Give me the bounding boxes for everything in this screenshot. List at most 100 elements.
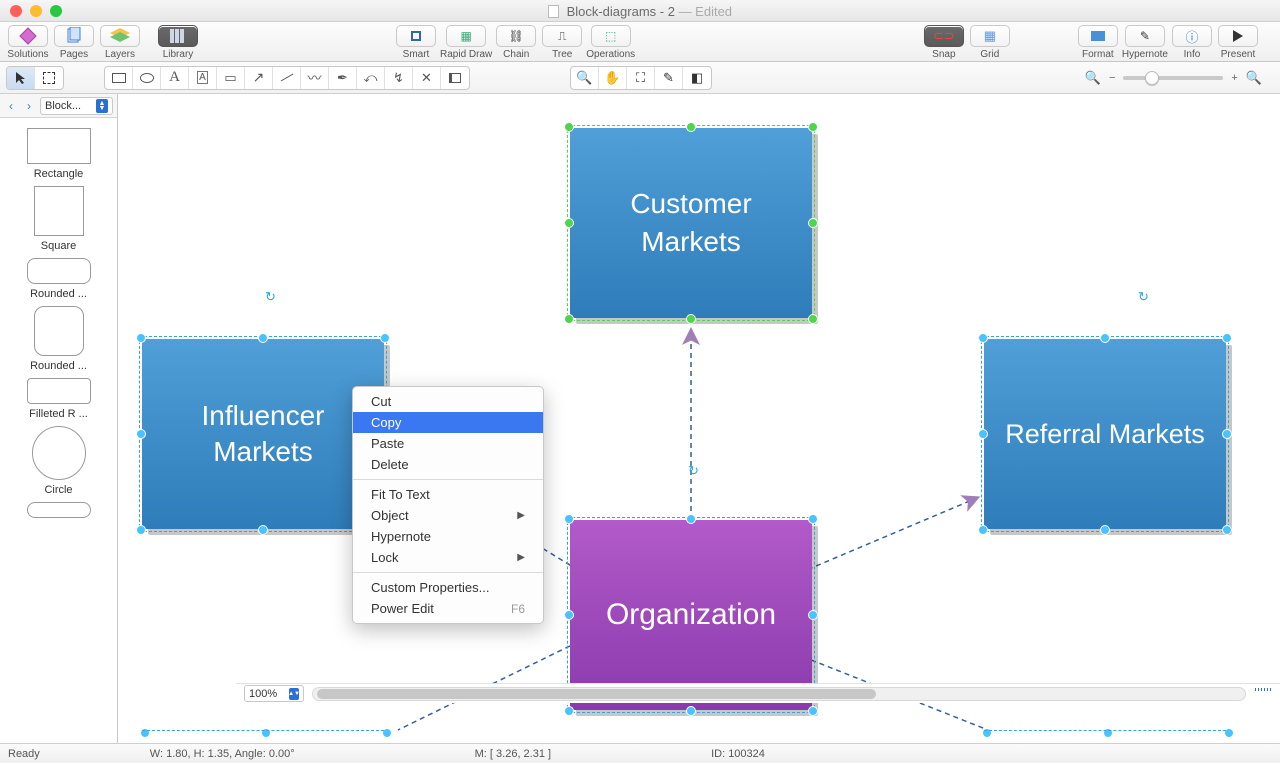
menu-lock[interactable]: Lock▶ <box>353 547 543 568</box>
operations-button[interactable]: ⬚Operations <box>586 25 635 60</box>
resize-handle[interactable] <box>808 218 818 228</box>
resize-handle[interactable] <box>808 314 818 324</box>
info-button[interactable]: ⓘInfo <box>1170 25 1214 60</box>
resize-handle[interactable] <box>808 122 818 132</box>
rotate-handle-icon[interactable]: ↻ <box>1138 289 1149 305</box>
resize-handle[interactable] <box>564 314 574 324</box>
menu-custom-properties[interactable]: Custom Properties... <box>353 577 543 598</box>
menu-power-edit[interactable]: Power EditF6 <box>353 598 543 619</box>
pages-button[interactable]: Pages <box>52 25 96 60</box>
stencil-rounded-rect[interactable]: Rounded ... <box>27 258 91 300</box>
resize-handle[interactable] <box>1100 333 1110 343</box>
resize-handle[interactable] <box>978 333 988 343</box>
stencil-extra[interactable] <box>27 502 91 518</box>
resize-handle[interactable] <box>136 429 146 439</box>
text-tool[interactable]: A <box>161 67 189 89</box>
marquee-tool[interactable] <box>35 67 63 89</box>
format-button[interactable]: Format <box>1076 25 1120 60</box>
stencil-square[interactable]: Square <box>34 186 84 252</box>
layers-button[interactable]: Layers <box>98 25 142 60</box>
chain-button[interactable]: ⛓Chain <box>494 25 538 60</box>
crop-tool[interactable] <box>441 67 469 89</box>
rapid-draw-button[interactable]: ▦Rapid Draw <box>440 25 492 60</box>
tree-button[interactable]: ⎍Tree <box>540 25 584 60</box>
ellipse-tool[interactable] <box>133 67 161 89</box>
stencil-rectangle[interactable]: Rectangle <box>27 128 91 180</box>
resize-handle[interactable] <box>808 706 818 716</box>
resize-handle[interactable] <box>564 610 574 620</box>
resize-handle[interactable] <box>564 218 574 228</box>
rotate-handle-icon[interactable]: ↻ <box>265 289 276 305</box>
bucket-tool[interactable]: ⤺ <box>357 67 385 89</box>
stencil-rounded-square[interactable]: Rounded ... <box>30 306 87 372</box>
rotate-handle-icon[interactable]: ↻ <box>688 463 699 479</box>
resize-handle[interactable] <box>136 525 146 535</box>
textbox-tool[interactable]: A <box>189 67 217 89</box>
resize-handle[interactable] <box>1222 333 1232 343</box>
resize-handle[interactable] <box>686 514 696 524</box>
resize-handle[interactable] <box>564 706 574 716</box>
ruler-toggle[interactable] <box>1254 687 1272 701</box>
block-customer-markets[interactable]: CustomerMarkets <box>570 128 812 318</box>
zoom-out-icon[interactable]: 🔍 <box>1085 70 1101 86</box>
pen-tool[interactable]: ✒ <box>329 67 357 89</box>
stencil-back-button[interactable]: ‹ <box>4 99 18 113</box>
menu-copy[interactable]: Copy <box>353 412 543 433</box>
menu-cut[interactable]: Cut <box>353 391 543 412</box>
library-button[interactable]: Library <box>156 25 200 60</box>
menu-delete[interactable]: Delete <box>353 454 543 475</box>
resize-handle[interactable] <box>380 333 390 343</box>
resize-handle[interactable] <box>564 514 574 524</box>
menu-hypernote[interactable]: Hypernote <box>353 526 543 547</box>
resize-handle[interactable] <box>686 122 696 132</box>
zoom-tool[interactable]: 🔍 <box>571 67 599 89</box>
resize-handle[interactable] <box>808 514 818 524</box>
connector1-tool[interactable]: ↯ <box>385 67 413 89</box>
zoom-in-icon[interactable]: 🔍 <box>1246 70 1262 86</box>
resize-handle[interactable] <box>258 333 268 343</box>
eyedropper-tool[interactable]: ✎ <box>655 67 683 89</box>
resize-handle[interactable] <box>686 314 696 324</box>
menu-paste[interactable]: Paste <box>353 433 543 454</box>
zoom-combo[interactable]: 100% ▲▼ <box>244 685 304 702</box>
grid-button[interactable]: ▦Grid <box>968 25 1012 60</box>
connector2-tool[interactable]: ✕ <box>413 67 441 89</box>
arrow-tool[interactable]: ↗ <box>245 67 273 89</box>
line-tool[interactable] <box>273 67 301 89</box>
stencil-dropdown[interactable]: Block... ▲▼ <box>40 97 113 115</box>
resize-handle[interactable] <box>1100 525 1110 535</box>
resize-handle[interactable] <box>564 122 574 132</box>
menu-fit-to-text[interactable]: Fit To Text <box>353 484 543 505</box>
smart-button[interactable]: Smart <box>394 25 438 60</box>
resize-handle[interactable] <box>978 429 988 439</box>
hypernote-button[interactable]: ✎Hypernote <box>1122 25 1168 60</box>
present-button[interactable]: Present <box>1216 25 1260 60</box>
rect-tool[interactable] <box>105 67 133 89</box>
resize-handle[interactable] <box>808 610 818 620</box>
stencil-filleted-rect[interactable]: Filleted R ... <box>27 378 91 420</box>
callout-tool[interactable]: ▭ <box>217 67 245 89</box>
resize-handle[interactable] <box>686 706 696 716</box>
stencil-circle[interactable]: Circle <box>32 426 86 496</box>
menu-object[interactable]: Object▶ <box>353 505 543 526</box>
block-influencer-markets[interactable]: InfluencerMarkets <box>142 339 384 529</box>
resize-handle[interactable] <box>978 525 988 535</box>
snap-button[interactable]: ⊂⊃Snap <box>922 25 966 60</box>
resize-handle[interactable] <box>136 333 146 343</box>
resize-handle[interactable] <box>1222 429 1232 439</box>
zoom-slider[interactable] <box>1123 76 1223 80</box>
stencil-forward-button[interactable]: › <box>22 99 36 113</box>
solutions-button[interactable]: Solutions <box>6 25 50 60</box>
zoom-slider-knob[interactable] <box>1145 71 1159 85</box>
pointer-tool[interactable] <box>7 67 35 89</box>
hand-tool[interactable]: ✋ <box>599 67 627 89</box>
scrollbar-thumb[interactable] <box>317 689 876 699</box>
curve-tool[interactable]: 〰 <box>301 67 329 89</box>
horizontal-scrollbar[interactable] <box>312 687 1246 701</box>
block-organization[interactable]: Organization <box>570 520 812 710</box>
eraser-tool[interactable]: ◧ <box>683 67 711 89</box>
block-referral-markets[interactable]: Referral Markets <box>984 339 1226 529</box>
canvas[interactable]: ↻ ↻ ↻ ↻ ↻ CustomerMarkets InfluencerMark… <box>118 94 1280 743</box>
resize-handle[interactable] <box>1222 525 1232 535</box>
resize-handle[interactable] <box>258 525 268 535</box>
